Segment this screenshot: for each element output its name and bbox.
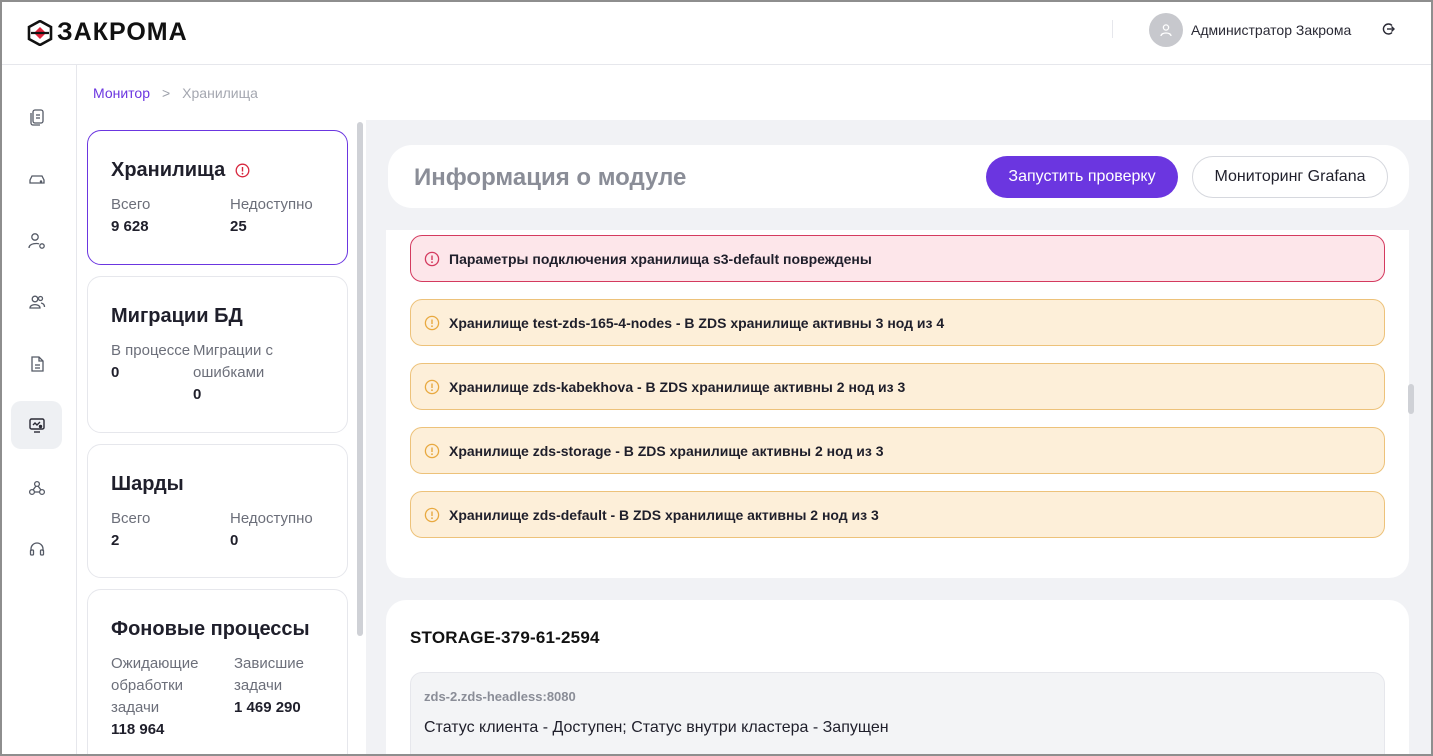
card-title: Хранилища — [111, 159, 324, 182]
main-content: Информация о модуле Запустить проверку М… — [366, 120, 1433, 756]
stat-label: Миграции с ошибками — [193, 342, 274, 381]
card-storages[interactable]: Хранилища Всего 9 628 Недоступно 25 — [87, 130, 348, 265]
card-background-processes[interactable]: Фоновые процессы Ожидающие обработки зад… — [87, 589, 348, 756]
warning-info-icon — [424, 443, 440, 458]
storage-panel: STORAGE-379-61-2594 zds-2.zds-headless:8… — [386, 600, 1409, 756]
logout-icon — [1382, 23, 1395, 35]
stat-value: 1 469 290 — [234, 699, 301, 716]
nav-item-file[interactable] — [11, 340, 62, 388]
storage-drive-icon — [28, 175, 45, 184]
card-shards[interactable]: Шарды Всего 2 Недоступно 0 — [87, 444, 348, 578]
nav-item-documents[interactable] — [11, 93, 62, 141]
alert-text: Хранилище test-zds-165-4-nodes - В ZDS х… — [449, 314, 945, 331]
nav-item-users[interactable] — [11, 278, 62, 326]
stat-label: Всего — [111, 196, 151, 213]
storage-node: zds-2.zds-headless:8080 Статус клиента -… — [410, 672, 1385, 756]
storage-id: STORAGE-379-61-2594 — [410, 628, 600, 647]
stat-label: Ожидающие обработки задачи — [111, 655, 199, 716]
monitor-icon — [28, 418, 45, 433]
breadcrumb-link-monitor[interactable]: Монитор — [93, 85, 150, 101]
stat-label: Недоступно — [230, 510, 313, 527]
alert-item: Хранилище zds-default - В ZDS хранилище … — [410, 491, 1385, 538]
main-scrollbar[interactable] — [1408, 384, 1414, 414]
warning-info-icon — [424, 507, 440, 522]
run-check-button[interactable]: Запустить проверку — [986, 156, 1178, 198]
header-divider — [1112, 20, 1113, 38]
stat-value: 25 — [230, 218, 247, 235]
stat-value: 9 628 — [111, 218, 149, 235]
module-info-bar: Информация о модуле Запустить проверку М… — [388, 145, 1409, 208]
grafana-monitoring-button[interactable]: Мониторинг Grafana — [1192, 156, 1388, 198]
nav-item-network[interactable] — [11, 464, 62, 512]
stat-label: В процессе — [111, 342, 191, 359]
stat-value: 2 — [111, 532, 120, 549]
card-title: Миграции БД — [111, 305, 243, 327]
card-db-migrations[interactable]: Миграции БД В процессе 0 Миграции с ошиб… — [87, 276, 348, 433]
nav-item-user-settings[interactable] — [11, 217, 62, 265]
breadcrumb-current: Хранилища — [182, 85, 258, 101]
avatar[interactable] — [1149, 13, 1183, 47]
logout-button[interactable] — [1381, 22, 1395, 41]
stat-label: Всего — [111, 510, 151, 527]
user-menu[interactable]: Администратор Закрома — [1149, 13, 1351, 47]
logo-mark-icon — [27, 19, 53, 46]
summary-cards-column: Хранилища Всего 9 628 Недоступно 25 Мигр… — [77, 120, 366, 756]
warning-info-icon — [235, 163, 250, 178]
card-title: Шарды — [111, 473, 184, 495]
user-settings-icon — [27, 233, 45, 249]
alert-text: Хранилище zds-kabekhova - В ZDS хранилищ… — [449, 378, 906, 395]
stat-value: 0 — [230, 532, 239, 549]
alert-item: Хранилище test-zds-165-4-nodes - В ZDS х… — [410, 299, 1385, 346]
alert-text: Хранилище zds-storage - В ZDS хранилище … — [449, 442, 884, 459]
nav-item-monitor[interactable] — [11, 401, 62, 449]
stat-value: 0 — [111, 364, 120, 381]
error-info-icon — [424, 251, 440, 266]
card-title: Фоновые процессы — [111, 618, 310, 640]
stat-value: 0 — [193, 386, 202, 403]
nav-rail — [0, 65, 77, 756]
documents-icon — [29, 109, 44, 126]
alert-item: Хранилище zds-storage - В ZDS хранилище … — [410, 427, 1385, 474]
card-title-text: Хранилища — [111, 159, 226, 181]
users-icon — [28, 295, 45, 309]
nav-item-support[interactable] — [11, 525, 62, 573]
stat-value: 118 964 — [111, 721, 165, 738]
breadcrumb: Монитор > Хранилища — [93, 85, 258, 101]
node-host: zds-2.zds-headless:8080 — [424, 689, 576, 704]
alert-item: Хранилище zds-kabekhova - В ZDS хранилищ… — [410, 363, 1385, 410]
nav-item-storage[interactable] — [11, 155, 62, 203]
cards-scrollbar[interactable] — [357, 122, 363, 636]
warning-info-icon — [424, 379, 440, 394]
headset-icon — [29, 542, 44, 556]
breadcrumb-separator: > — [161, 85, 171, 101]
user-icon — [1160, 24, 1172, 37]
logo-text: ЗАКРОМА — [57, 18, 188, 46]
logo[interactable]: ЗАКРОМА — [27, 18, 188, 47]
file-icon — [30, 356, 44, 372]
stat-label: Недоступно — [230, 196, 313, 213]
top-header: ЗАКРОМА Администратор Закрома — [0, 0, 1433, 65]
user-name: Администратор Закрома — [1191, 22, 1352, 38]
warning-info-icon — [424, 315, 440, 330]
alert-text: Параметры подключения хранилища s3-defau… — [449, 250, 872, 267]
module-title: Информация о модуле — [414, 164, 687, 191]
alerts-panel: Параметры подключения хранилища s3-defau… — [386, 230, 1409, 578]
alert-text: Хранилище zds-default - В ZDS хранилище … — [449, 506, 879, 523]
network-icon — [28, 480, 45, 496]
stat-label: Зависшие задачи — [234, 655, 305, 694]
node-status: Статус клиента - Доступен; Статус внутри… — [424, 719, 889, 736]
alert-item: Параметры подключения хранилища s3-defau… — [410, 235, 1385, 282]
